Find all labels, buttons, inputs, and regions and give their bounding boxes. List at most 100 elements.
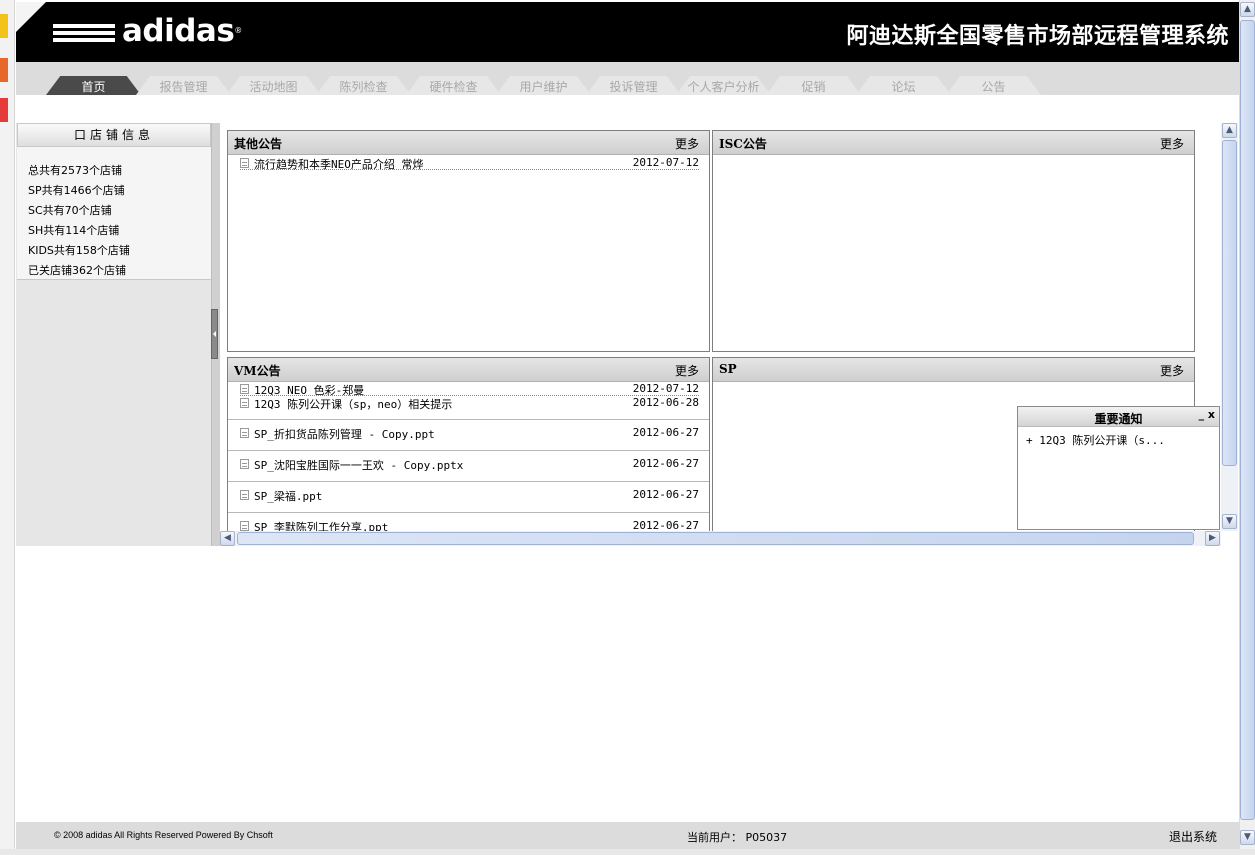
- nav-tab[interactable]: 公告: [946, 76, 1041, 95]
- notice-title-link[interactable]: 流行趋势和本季NEO产品介绍 常烨: [254, 156, 424, 172]
- notice-row[interactable]: 12Q3 陈列公开课（sp，neo）相关提示 2012-06-28: [240, 396, 699, 412]
- notice-title-link[interactable]: SP_李默陈列工作分享.ppt: [254, 519, 388, 531]
- notice-row[interactable]: 流行趋势和本季NEO产品介绍 常烨 2012-07-12: [240, 156, 699, 172]
- store-count-item: SC共有70个店铺: [28, 204, 112, 217]
- notice-row[interactable]: SP_沈阳宝胜国际一一王欢 - Copy.pptx 2012-06-27: [240, 457, 699, 473]
- row-separator: [228, 450, 709, 451]
- logo-text: adidas: [122, 13, 235, 49]
- notice-title-link[interactable]: SP_沈阳宝胜国际一一王欢 - Copy.pptx: [254, 457, 463, 473]
- other-notice-panel: 其他公告 更多 流行趋势和本季NEO产品介绍 常烨 2012-07-12: [227, 130, 710, 352]
- more-link[interactable]: 更多: [675, 135, 699, 152]
- row-separator: [228, 419, 709, 420]
- copyright-text: © 2008 adidas All Rights Reserved Powere…: [54, 830, 273, 840]
- nav-tab[interactable]: 硬件检查: [406, 76, 501, 95]
- scroll-left-icon[interactable]: ◀: [220, 531, 235, 546]
- nav-tab[interactable]: 投诉管理: [586, 76, 681, 95]
- notice-date: 2012-06-27: [632, 457, 699, 470]
- nav-tab[interactable]: 活动地图: [226, 76, 321, 95]
- tab-label: 投诉管理: [609, 80, 658, 94]
- tab-label: 公告: [981, 80, 1006, 94]
- document-icon: [240, 384, 249, 394]
- nav-tab[interactable]: 首页: [46, 76, 141, 95]
- store-count-item: KIDS共有158个店铺: [28, 244, 130, 257]
- notice-date: 2012-06-28: [632, 396, 699, 409]
- logout-link[interactable]: 退出系统: [1169, 828, 1217, 845]
- nav-tab[interactable]: 用户维护: [496, 76, 591, 95]
- notice-title-link[interactable]: 12Q3 陈列公开课（sp，neo）相关提示: [254, 396, 452, 412]
- document-icon: [240, 459, 249, 469]
- system-title: 阿迪达斯全国零售市场部远程管理系统: [846, 24, 1229, 49]
- row-separator: [228, 481, 709, 482]
- collapse-handle[interactable]: [211, 309, 218, 359]
- scroll-right-icon[interactable]: ▶: [1205, 531, 1220, 546]
- scroll-thumb[interactable]: [1240, 20, 1255, 820]
- tab-label: 个人客户分析: [687, 80, 760, 94]
- adidas-logo: adidas ®: [53, 15, 242, 47]
- app-icon[interactable]: [0, 58, 8, 82]
- nav-tab[interactable]: 论坛: [856, 76, 951, 95]
- notice-row[interactable]: SP_李默陈列工作分享.ppt 2012-06-27: [240, 519, 699, 531]
- store-info-list: 总共有2573个店铺 SP共有1466个店铺 SC共有70个店铺 SH共有114个店铺…: [17, 147, 211, 280]
- nav-tab[interactable]: 促销: [766, 76, 861, 95]
- portal-horizontal-scrollbar[interactable]: ◀ ▶: [220, 531, 1221, 546]
- nav-tab[interactable]: 报告管理: [136, 76, 231, 95]
- tab-label: 促销: [801, 80, 826, 94]
- portal-vertical-scrollbar[interactable]: ▲ ▼: [1221, 123, 1238, 531]
- notice-date: 2012-07-12: [632, 382, 699, 395]
- more-link[interactable]: 更多: [1160, 362, 1184, 379]
- panel-header: VM公告 更多: [228, 358, 709, 382]
- notice-date: 2012-06-27: [632, 519, 699, 531]
- tab-label: 硬件检查: [429, 80, 478, 94]
- tab-label: 论坛: [891, 80, 916, 94]
- document-icon: [240, 490, 249, 500]
- more-link[interactable]: 更多: [1160, 135, 1184, 152]
- notice-row[interactable]: SP_折扣货品陈列管理 - Copy.ppt 2012-06-27: [240, 426, 699, 442]
- isc-notice-panel: ISC公告 更多: [712, 130, 1195, 352]
- scroll-thumb[interactable]: [1222, 140, 1237, 466]
- nav-tab[interactable]: 个人客户分析: [676, 76, 771, 95]
- registered-mark: ®: [234, 26, 242, 35]
- notice-item[interactable]: + 12Q3 陈列公开课（s...: [1026, 432, 1165, 448]
- vm-notice-panel: VM公告 更多 12Q3 NEO 色彩-郑曼 2012-07-12 12Q3 陈列公…: [227, 357, 710, 531]
- row-separator: [228, 512, 709, 513]
- scroll-up-icon[interactable]: ▲: [1240, 2, 1255, 17]
- store-info-panel: 口店铺信息 总共有2573个店铺 SP共有1466个店铺 SC共有70个店铺 SH共有…: [16, 123, 211, 546]
- panel-header: SP 更多: [713, 358, 1194, 382]
- document-icon: [240, 428, 249, 438]
- panel-title: 其他公告: [234, 137, 283, 151]
- panel-header: ISC公告 更多: [713, 131, 1194, 155]
- header-bar: adidas ® 阿迪达斯全国零售市场部远程管理系统: [16, 2, 1239, 62]
- left-toolbar-strip: [0, 0, 15, 855]
- more-link[interactable]: 更多: [675, 362, 699, 379]
- store-count-item: 已关店铺362个店铺: [28, 264, 126, 277]
- scroll-down-icon[interactable]: ▼: [1222, 514, 1237, 529]
- tab-label: 报告管理: [159, 80, 208, 94]
- panel-title: VM公告: [234, 364, 281, 378]
- scroll-thumb[interactable]: [237, 532, 1194, 545]
- notice-row[interactable]: 12Q3 NEO 色彩-郑曼 2012-07-12: [240, 382, 699, 397]
- panel-header: 其他公告 更多: [228, 131, 709, 155]
- three-stripes-icon: [53, 24, 115, 42]
- notice-date: 2012-06-27: [632, 488, 699, 501]
- page-vertical-scrollbar[interactable]: ▲ ▼: [1239, 0, 1255, 855]
- notice-title-link[interactable]: SP_梁福.ppt: [254, 488, 322, 504]
- tab-label: 用户维护: [519, 80, 568, 94]
- notice-window-buttons[interactable]: _ x: [1199, 408, 1215, 421]
- scroll-down-icon[interactable]: ▼: [1240, 830, 1255, 845]
- footer-bar: © 2008 adidas All Rights Reserved Powere…: [16, 822, 1239, 849]
- notice-title: 重要通知: [1094, 412, 1143, 426]
- nav-tab[interactable]: 陈列检查: [316, 76, 411, 95]
- store-count-item: SH共有114个店铺: [28, 224, 120, 237]
- current-user: 当前用户： P05037: [687, 831, 788, 844]
- folder-icon[interactable]: [0, 14, 8, 38]
- store-count-item: 总共有2573个店铺: [28, 164, 122, 177]
- document-icon: [240, 521, 249, 531]
- scroll-up-icon[interactable]: ▲: [1222, 123, 1237, 138]
- status-bar: [0, 849, 1255, 855]
- tab-label: 首页: [81, 80, 106, 94]
- notice-row[interactable]: SP_梁福.ppt 2012-06-27: [240, 488, 699, 504]
- main-nav: 首页 报告管理 活动地图 陈列检查 硬件检查 用户维护 投诉管理 个人客户分析 促销 论坛 公告: [16, 62, 1239, 95]
- notice-title-link[interactable]: SP_折扣货品陈列管理 - Copy.ppt: [254, 426, 435, 442]
- panel-title: ISC公告: [719, 137, 767, 151]
- app-icon[interactable]: [0, 98, 8, 122]
